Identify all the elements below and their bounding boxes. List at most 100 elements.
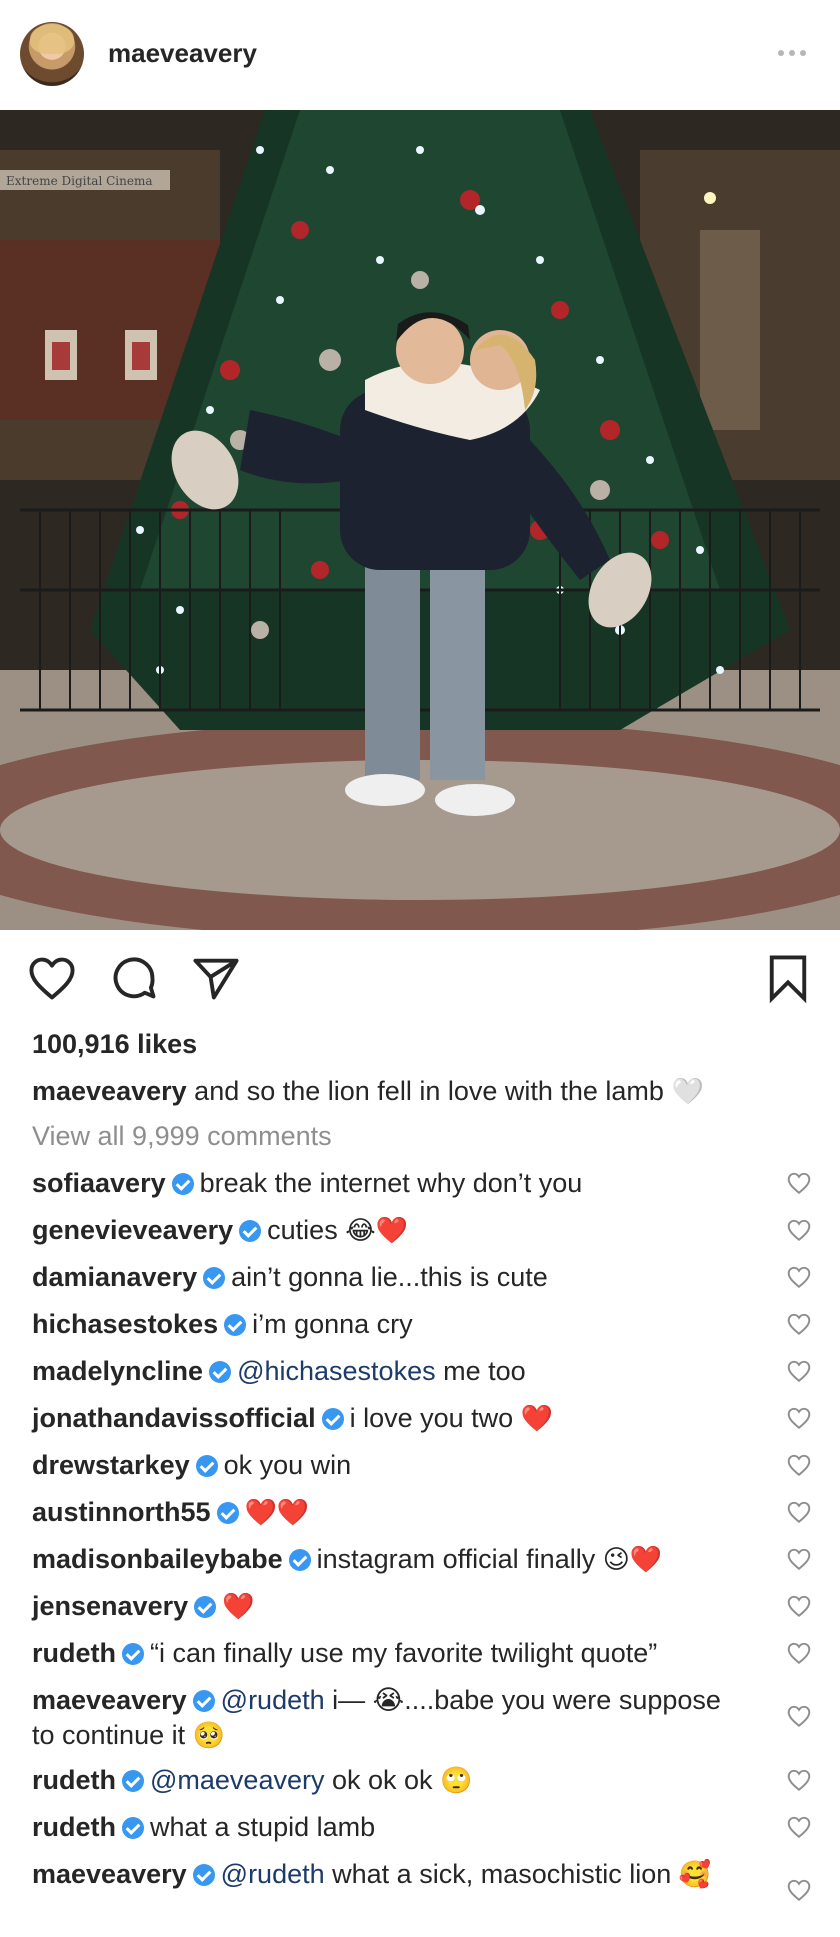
comment-item: rudeth “i can finally use my favorite twi…: [0, 1636, 840, 1683]
comment-username[interactable]: damianavery: [32, 1262, 197, 1292]
comment-text: instagram official finally: [316, 1544, 596, 1574]
verified-badge-icon: [194, 1596, 217, 1618]
comment-like-heart-icon[interactable]: [786, 1877, 812, 1903]
comment-item: maeveavery @rudeth i— 😭....babe you were …: [0, 1683, 840, 1763]
comment-username[interactable]: genevieveavery: [32, 1215, 233, 1245]
comment-username[interactable]: austinnorth55: [32, 1497, 211, 1527]
comment-username[interactable]: rudeth: [32, 1812, 116, 1842]
verified-badge-icon: [216, 1502, 239, 1524]
post-photo[interactable]: Extreme Digital Cinema: [0, 110, 840, 930]
comment-like-heart-icon[interactable]: [786, 1311, 812, 1337]
red-heart-emoji: ❤️: [520, 1404, 554, 1434]
comment-mention[interactable]: @rudeth: [221, 1685, 325, 1715]
comment-text: what a stupid lamb: [150, 1812, 376, 1842]
laughing-heart-emoji: 😂❤️: [345, 1216, 408, 1246]
post-header: maeveavery: [0, 0, 840, 110]
comment-like-heart-icon[interactable]: [786, 1452, 812, 1478]
comment-like-heart-icon[interactable]: [786, 1217, 812, 1243]
comment-like-heart-icon[interactable]: [786, 1814, 812, 1840]
caption-text: and so the lion fell in love with the la…: [194, 1076, 664, 1106]
verified-badge-icon: [192, 1864, 215, 1886]
comment-text: me too: [443, 1356, 526, 1386]
red-hearts-emoji: ❤️❤️: [244, 1498, 310, 1528]
verified-badge-icon: [203, 1267, 226, 1289]
avatar[interactable]: [20, 22, 84, 86]
comment-username[interactable]: madisonbaileybabe: [32, 1544, 283, 1574]
view-all-comments-link[interactable]: View all 9,999 comments: [32, 1121, 332, 1152]
comment-like-heart-icon[interactable]: [786, 1170, 812, 1196]
comment-item: rudeth what a stupid lamb: [0, 1810, 840, 1857]
comment-like-heart-icon[interactable]: [786, 1405, 812, 1431]
verified-badge-icon: [171, 1173, 194, 1195]
verified-badge-icon: [321, 1408, 344, 1430]
verified-badge-icon: [192, 1690, 215, 1712]
comment-list: sofiaavery break the internet why don’t y…: [0, 1166, 840, 1937]
post-username[interactable]: maeveavery: [108, 38, 257, 69]
comment-username[interactable]: hichasestokes: [32, 1309, 218, 1339]
verified-badge-icon: [288, 1549, 311, 1571]
comment-mention[interactable]: @maeveavery: [150, 1765, 324, 1795]
share-paper-plane-icon[interactable]: [190, 952, 242, 1004]
verified-badge-icon: [224, 1314, 247, 1336]
comment-username[interactable]: maeveavery: [32, 1685, 187, 1715]
comment-like-heart-icon[interactable]: [786, 1593, 812, 1619]
like-count[interactable]: 100,916 likes: [32, 1029, 197, 1060]
verified-badge-icon: [122, 1643, 144, 1665]
comment-mention[interactable]: @hichasestokes: [237, 1356, 436, 1386]
comment-item: rudeth @maeveavery ok ok ok 🙄: [0, 1763, 840, 1810]
comment-item: drewstarkey ok you win: [0, 1448, 840, 1495]
comment-text: ain’t gonna lie...this is cute: [231, 1262, 548, 1292]
comment-username[interactable]: rudeth: [32, 1765, 116, 1795]
comment-item: madisonbaileybabe instagram official fina…: [0, 1542, 840, 1589]
like-heart-icon[interactable]: [26, 952, 78, 1004]
verified-badge-icon: [122, 1817, 144, 1839]
verified-badge-icon: [209, 1361, 232, 1383]
comment-item: genevieveavery cuties 😂❤️: [0, 1213, 840, 1260]
comment-like-heart-icon[interactable]: [786, 1358, 812, 1384]
comment-text: break the internet why don’t you: [199, 1168, 583, 1198]
comment-text: i’m gonna cry: [252, 1309, 413, 1339]
comment-bubble-icon[interactable]: [108, 952, 160, 1004]
comment-username[interactable]: sofiaavery: [32, 1168, 166, 1198]
caption-username[interactable]: maeveavery: [32, 1076, 187, 1106]
eye-roll-emoji: 🙄: [440, 1766, 473, 1796]
comment-like-heart-icon[interactable]: [786, 1499, 812, 1525]
verified-badge-icon: [195, 1455, 218, 1477]
comment-username[interactable]: rudeth: [32, 1638, 116, 1668]
post-actions: [0, 940, 840, 1020]
comment-item: damianavery ain’t gonna lie...this is cut…: [0, 1260, 840, 1307]
comment-username[interactable]: drewstarkey: [32, 1450, 190, 1480]
comment-text: cuties: [267, 1215, 338, 1245]
smiling-hearts-emoji: 🥰: [678, 1860, 712, 1890]
comment-item: jensenavery ❤️: [0, 1589, 840, 1636]
bookmark-icon[interactable]: [762, 952, 814, 1004]
verified-badge-icon: [239, 1220, 262, 1242]
pleading-face-emoji: 🥺: [192, 1721, 225, 1751]
caption: maeveavery and so the lion fell in love …: [32, 1074, 792, 1109]
comment-item: austinnorth55 ❤️❤️: [0, 1495, 840, 1542]
comment-username[interactable]: jonathandavissofficial: [32, 1403, 316, 1433]
comment-text: “i can finally use my favorite twilight …: [150, 1638, 658, 1668]
comment-text: ok you win: [223, 1450, 352, 1480]
cinema-sign: Extreme Digital Cinema: [6, 174, 152, 188]
comment-username[interactable]: maeveavery: [32, 1859, 187, 1889]
comment-like-heart-icon[interactable]: [786, 1640, 812, 1666]
comment-mention[interactable]: @rudeth: [221, 1859, 325, 1889]
comment-like-heart-icon[interactable]: [786, 1546, 812, 1572]
wink-heart-emoji: 😉❤️: [602, 1545, 663, 1575]
comment-item: hichasestokes i’m gonna cry: [0, 1307, 840, 1354]
comment-username[interactable]: madelyncline: [32, 1356, 203, 1386]
more-options-icon[interactable]: [778, 50, 806, 56]
verified-badge-icon: [122, 1770, 144, 1792]
comment-username[interactable]: jensenavery: [32, 1591, 188, 1621]
red-heart-emoji: ❤️: [222, 1592, 255, 1622]
comment-text: i love you two: [349, 1403, 514, 1433]
comment-text: ok ok ok: [332, 1765, 433, 1795]
comment-like-heart-icon[interactable]: [786, 1703, 812, 1729]
comment-item: sofiaavery break the internet why don’t y…: [0, 1166, 840, 1213]
comment-item: jonathandavissofficial i love you two ❤️: [0, 1401, 840, 1448]
comment-like-heart-icon[interactable]: [786, 1264, 812, 1290]
comment-item: madelyncline @hichasestokes me too: [0, 1354, 840, 1401]
comment-item: maeveavery @rudeth what a sick, masochist…: [0, 1857, 840, 1937]
comment-like-heart-icon[interactable]: [786, 1767, 812, 1793]
